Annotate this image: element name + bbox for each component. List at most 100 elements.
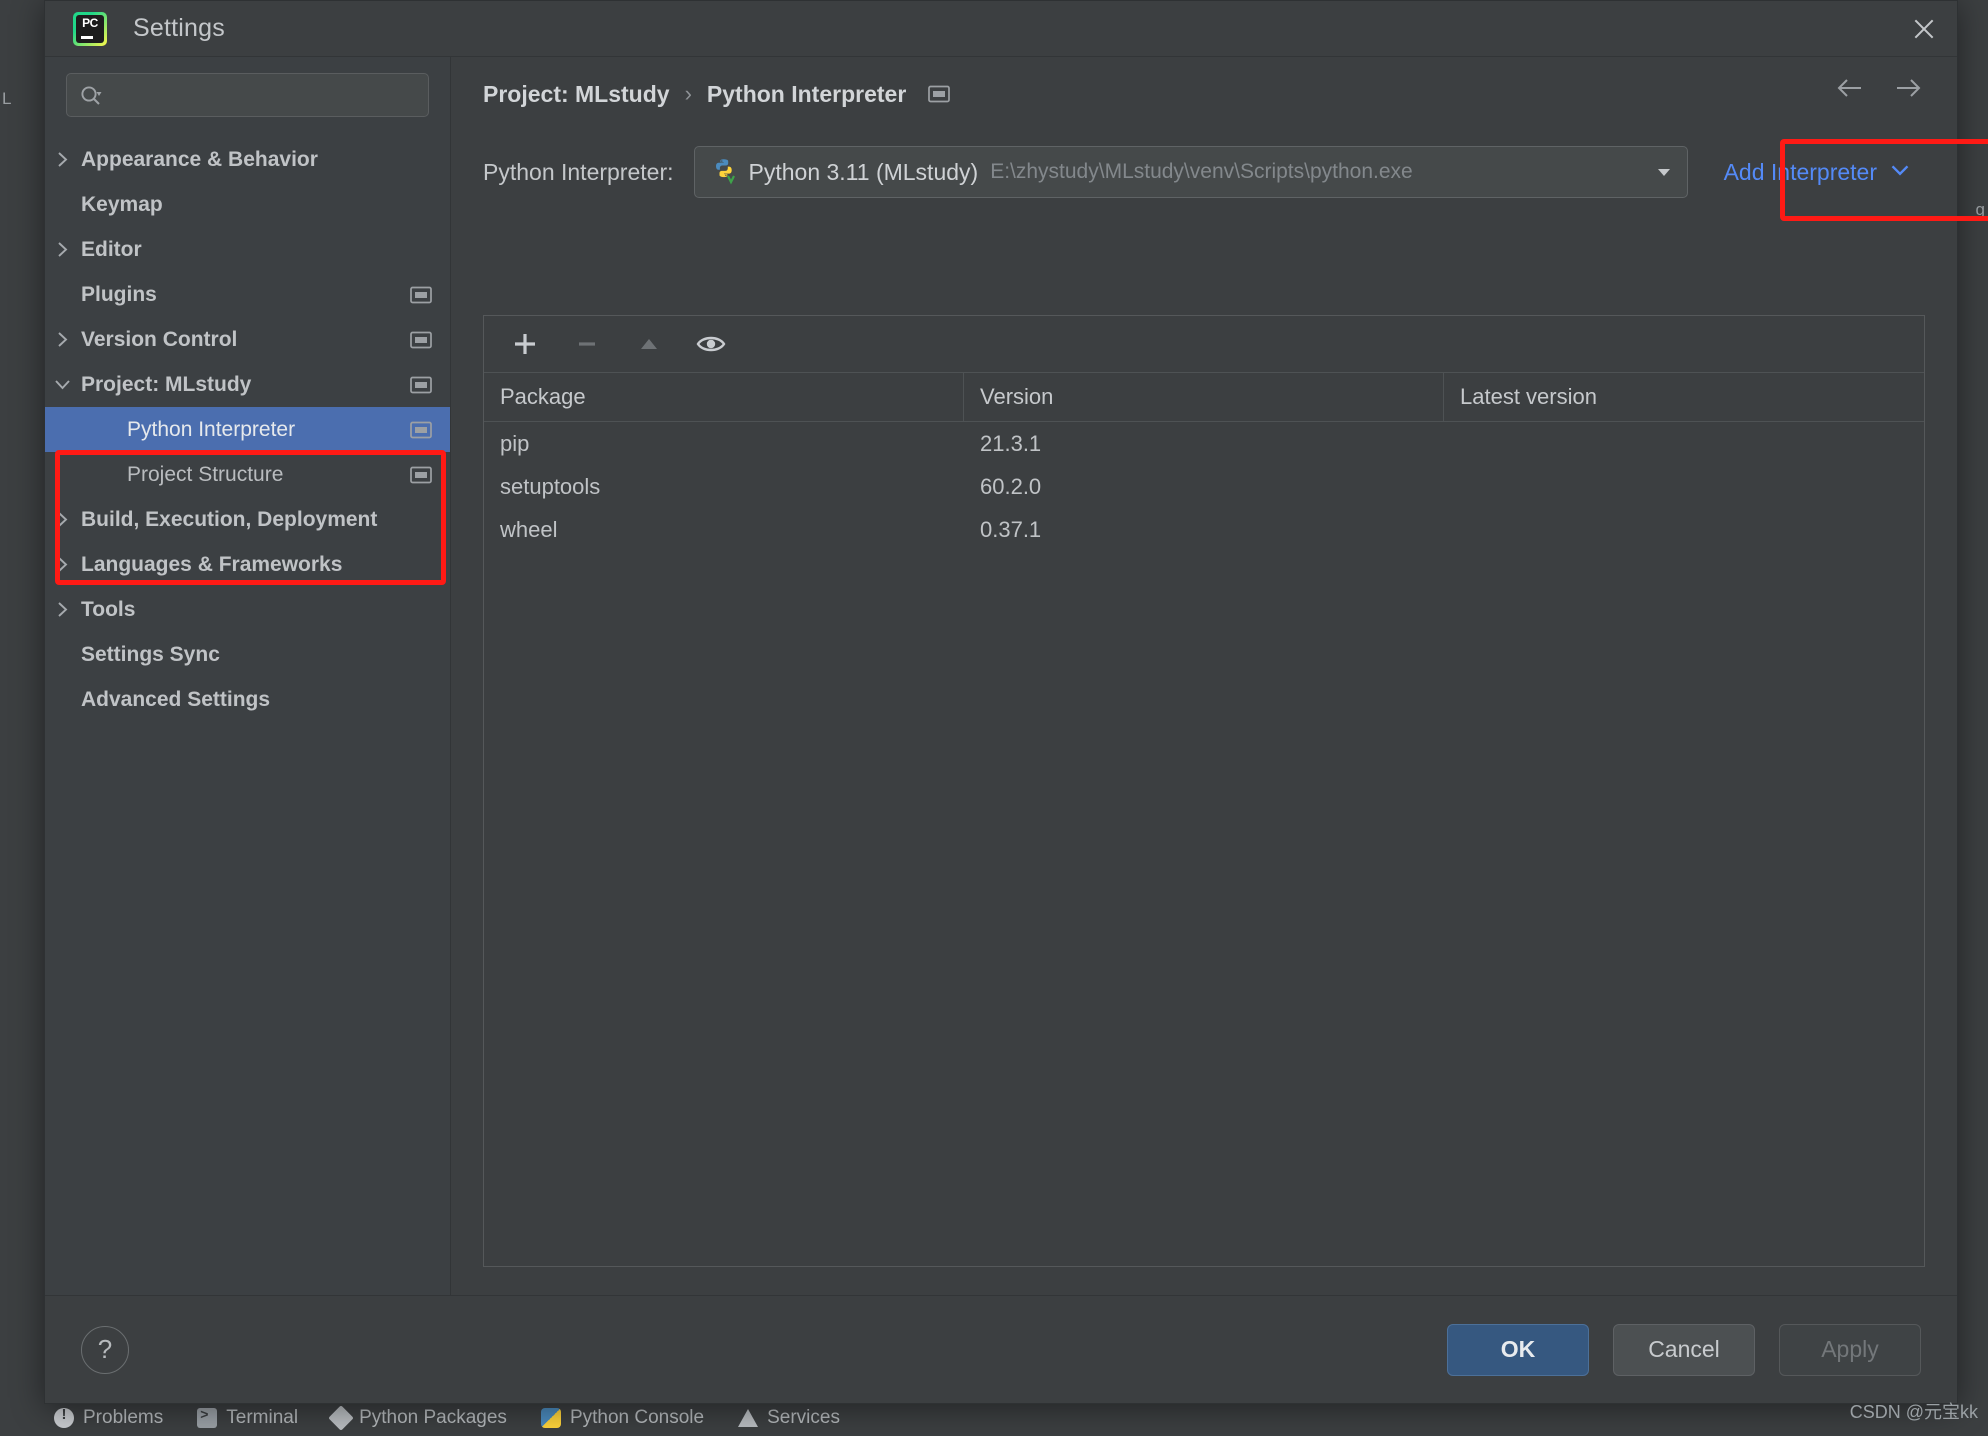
- sidebar-item-label: Plugins: [81, 282, 157, 306]
- chevron-down-icon[interactable]: [1651, 162, 1677, 182]
- sidebar-item-label: Build, Execution, Deployment: [81, 507, 378, 531]
- arrow-left-icon[interactable]: [1833, 75, 1865, 101]
- sidebar-item-label: Appearance & Behavior: [81, 147, 318, 171]
- column-header-version[interactable]: Version: [964, 373, 1444, 421]
- breadcrumb-leaf: Python Interpreter: [706, 80, 907, 107]
- interpreter-label: Python Interpreter:: [483, 158, 674, 185]
- chevron-right-icon[interactable]: [45, 601, 79, 618]
- chevron-right-icon[interactable]: [45, 331, 79, 348]
- sidebar-item-label: Advanced Settings: [81, 687, 271, 711]
- statusbar-tab-problems[interactable]: Problems: [54, 1406, 163, 1429]
- close-icon: [1914, 19, 1934, 39]
- table-row[interactable]: pip 21.3.1: [484, 422, 1924, 465]
- sidebar-item-appearance-behavior[interactable]: Appearance & Behavior: [45, 137, 450, 182]
- chevron-down-icon[interactable]: [45, 376, 79, 393]
- monitor-icon: [410, 466, 432, 484]
- add-interpreter-button[interactable]: Add Interpreter: [1710, 146, 1925, 198]
- cancel-button[interactable]: Cancel: [1613, 1323, 1755, 1376]
- interpreter-row: Python Interpreter: Python 3.11 (MLstudy…: [483, 139, 1988, 221]
- add-package-button[interactable]: [498, 322, 552, 366]
- cell-version: 21.3.1: [980, 430, 1042, 456]
- sidebar-item-editor[interactable]: Editor: [45, 227, 450, 272]
- python-packages-icon: [328, 1405, 354, 1431]
- settings-tree: Appearance & Behavior Keymap Editor Plugins…: [45, 131, 450, 722]
- sidebar-item-build-execution-deployment[interactable]: Build, Execution, Deployment: [45, 497, 450, 542]
- triangle-up-icon: [641, 339, 657, 349]
- dialog-footer: ? OK Cancel Apply: [45, 1295, 1957, 1403]
- cell-package: setuptools: [500, 473, 601, 499]
- sidebar-item-tools[interactable]: Tools: [45, 587, 450, 632]
- sidebar-item-settings-sync[interactable]: Settings Sync: [45, 632, 450, 677]
- chevron-right-icon[interactable]: [45, 151, 79, 168]
- column-header-package[interactable]: Package: [484, 373, 964, 421]
- table-row[interactable]: setuptools 60.2.0: [484, 465, 1924, 508]
- chevron-down-icon: [1889, 162, 1911, 182]
- sidebar-item-plugins[interactable]: Plugins: [45, 272, 450, 317]
- minus-icon: [579, 342, 595, 346]
- statusbar-tab-label: Python Packages: [359, 1407, 507, 1428]
- statusbar-tab-terminal[interactable]: Terminal: [197, 1406, 299, 1429]
- dialog-titlebar: PC Settings: [45, 1, 1957, 57]
- settings-main-panel: Project: MLstudy › Python Interpreter Py…: [451, 57, 1988, 1295]
- breadcrumb: Project: MLstudy › Python Interpreter: [483, 57, 1925, 119]
- column-header-latest-version[interactable]: Latest version: [1444, 373, 1924, 421]
- statusbar-tab-python-console[interactable]: Python Console: [540, 1407, 705, 1429]
- sidebar-item-label: Keymap: [81, 192, 163, 216]
- sidebar-item-label: Editor: [81, 237, 142, 261]
- eye-icon: [696, 336, 726, 352]
- ok-button[interactable]: OK: [1447, 1323, 1589, 1376]
- ide-right-toolwindow-strip: g: [1958, 0, 1988, 1436]
- dialog-buttons: OK Cancel Apply: [1447, 1323, 1921, 1376]
- packages-table-body: pip 21.3.1 setuptools 60.2.0 wheel 0.37.1: [484, 422, 1924, 1266]
- problems-icon: [54, 1406, 74, 1428]
- sidebar-item-label: Version Control: [81, 327, 238, 351]
- monitor-icon: [410, 376, 432, 394]
- sidebar-item-advanced-settings[interactable]: Advanced Settings: [45, 677, 450, 722]
- cell-package: pip: [500, 430, 530, 456]
- close-button[interactable]: [1891, 1, 1957, 57]
- interpreter-value: Python 3.11 (MLstudy): [748, 158, 979, 185]
- sidebar-item-project-structure[interactable]: Project Structure: [45, 452, 450, 497]
- chevron-right-icon[interactable]: [45, 241, 79, 258]
- breadcrumb-separator: ›: [684, 81, 692, 106]
- statusbar-tab-label: Python Console: [569, 1407, 705, 1428]
- remove-package-button[interactable]: [560, 322, 614, 366]
- sidebar-item-label: Python Interpreter: [127, 417, 296, 441]
- python-venv-icon: [709, 157, 739, 187]
- sidebar-item-label: Project Structure: [127, 462, 284, 486]
- services-icon: [738, 1409, 759, 1427]
- sidebar-item-project-mlstudy[interactable]: Project: MLstudy: [45, 362, 450, 407]
- chevron-right-icon[interactable]: [45, 511, 79, 528]
- search-box[interactable]: [66, 73, 429, 117]
- interpreter-path: E:\zhystudy\MLstudy\venv\Scripts\python.…: [990, 160, 1413, 183]
- help-button[interactable]: ?: [81, 1325, 129, 1374]
- apply-button[interactable]: Apply: [1779, 1323, 1921, 1376]
- arrow-right-icon[interactable]: [1893, 75, 1925, 101]
- sidebar-item-languages-frameworks[interactable]: Languages & Frameworks: [45, 542, 450, 587]
- settings-dialog: PC Settings Appearance & Behavior Keymap…: [44, 0, 1988, 1404]
- interpreter-select[interactable]: Python 3.11 (MLstudy) E:\zhystudy\MLstud…: [693, 146, 1688, 198]
- sidebar-item-python-interpreter[interactable]: Python Interpreter: [45, 407, 450, 452]
- screen: L g Problems Terminal Python Packages Py…: [0, 0, 1988, 1436]
- statusbar-tab-python-packages[interactable]: Python Packages: [328, 1405, 507, 1431]
- ide-statusbar: Problems Terminal Python Packages Python…: [0, 1400, 1988, 1436]
- chevron-right-icon[interactable]: [45, 556, 79, 573]
- ide-left-toolwindow-strip: L: [0, 0, 44, 1436]
- watermark: CSDN @元宝kk: [1849, 1402, 1978, 1422]
- upgrade-package-button[interactable]: [622, 322, 676, 366]
- table-row[interactable]: wheel 0.37.1: [484, 508, 1924, 551]
- dialog-body: Appearance & Behavior Keymap Editor Plugins…: [45, 57, 1988, 1295]
- statusbar-tab-services[interactable]: Services: [738, 1407, 840, 1429]
- monitor-icon: [410, 331, 432, 349]
- statusbar-tab-label: Services: [767, 1407, 840, 1428]
- sidebar-item-version-control[interactable]: Version Control: [45, 317, 450, 362]
- cell-package: wheel: [500, 516, 558, 542]
- breadcrumb-root[interactable]: Project: MLstudy: [483, 81, 670, 108]
- search-input[interactable]: [105, 84, 416, 106]
- show-early-releases-button[interactable]: [684, 322, 738, 366]
- sidebar-item-keymap[interactable]: Keymap: [45, 182, 450, 227]
- settings-sidebar: Appearance & Behavior Keymap Editor Plugins…: [45, 57, 451, 1295]
- monitor-icon: [928, 85, 951, 103]
- statusbar-tab-label: Terminal: [226, 1407, 299, 1428]
- packages-table-header: Package Version Latest version: [484, 372, 1924, 422]
